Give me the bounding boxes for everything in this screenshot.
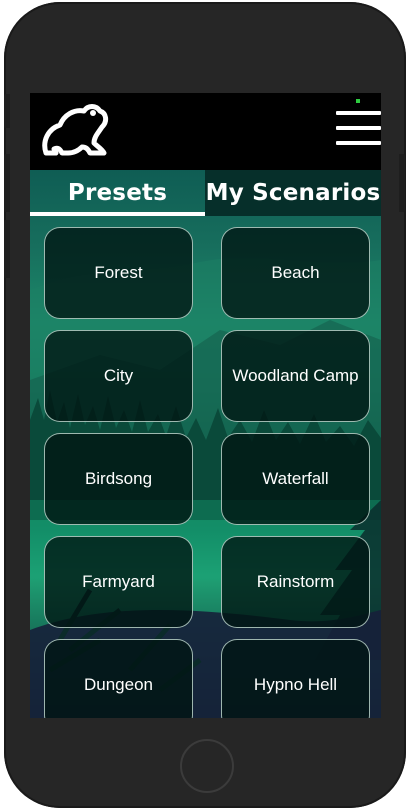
- tab-presets[interactable]: Presets: [30, 170, 205, 216]
- preset-farmyard-button[interactable]: Farmyard: [44, 536, 193, 628]
- preset-dungeon-button[interactable]: Dungeon: [44, 639, 193, 718]
- volume-up-button: [4, 154, 10, 212]
- app-screen: Presets My Scenarios Forest Beach City W…: [30, 93, 381, 718]
- preset-city-button[interactable]: City: [44, 330, 193, 422]
- volume-down-button: [4, 220, 10, 278]
- preset-beach-button[interactable]: Beach: [221, 227, 370, 319]
- preset-rainstorm-button[interactable]: Rainstorm: [221, 536, 370, 628]
- frog-logo-icon[interactable]: [38, 101, 110, 161]
- preset-birdsong-button[interactable]: Birdsong: [44, 433, 193, 525]
- tab-bar: Presets My Scenarios: [30, 170, 381, 216]
- status-indicator: [356, 99, 360, 103]
- home-button[interactable]: [180, 739, 234, 793]
- preset-forest-button[interactable]: Forest: [44, 227, 193, 319]
- preset-waterfall-button[interactable]: Waterfall: [221, 433, 370, 525]
- app-header: [30, 93, 381, 170]
- hamburger-menu-icon[interactable]: [330, 105, 381, 151]
- tab-my-scenarios[interactable]: My Scenarios: [205, 170, 381, 216]
- preset-woodland-camp-button[interactable]: Woodland Camp: [221, 330, 370, 422]
- power-button: [399, 154, 405, 212]
- preset-hypno-hell-button[interactable]: Hypno Hell: [221, 639, 370, 718]
- mute-switch: [4, 94, 10, 128]
